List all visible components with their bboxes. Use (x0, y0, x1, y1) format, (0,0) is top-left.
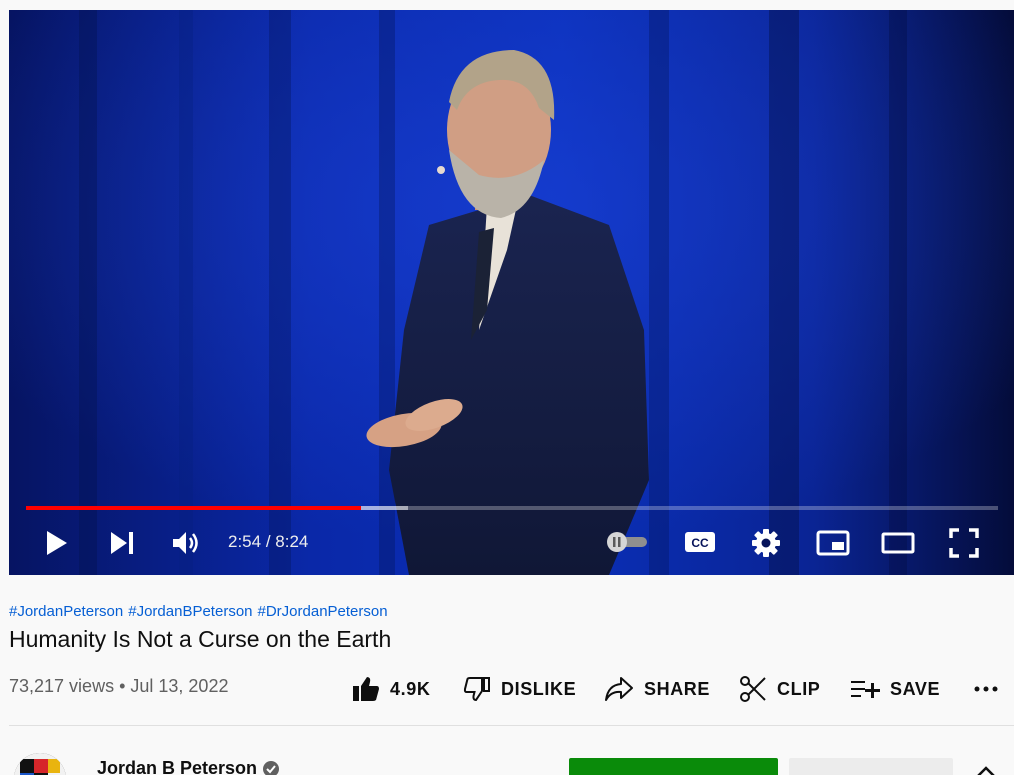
share-icon (605, 677, 633, 701)
progress-bar[interactable] (26, 506, 998, 510)
progress-played (26, 506, 361, 510)
video-player[interactable]: 2:54 / 8:24 CC (9, 10, 1014, 575)
subscribe-button[interactable] (789, 758, 953, 775)
miniplayer-button[interactable] (815, 526, 851, 560)
time-total: 8:24 (275, 532, 309, 551)
chevron-up-icon[interactable] (975, 764, 997, 775)
share-label: SHARE (644, 678, 711, 699)
join-button[interactable] (569, 758, 778, 775)
time-separator: / (261, 532, 276, 551)
fullscreen-button[interactable] (946, 526, 982, 560)
meta-separator: • (114, 676, 131, 696)
svg-text:CC: CC (691, 536, 709, 550)
thumbs-up-icon (353, 677, 379, 701)
channel-row: Jordan B Peterson (0, 726, 1014, 775)
video-frame (9, 10, 1014, 575)
view-count: 73,217 views (9, 676, 115, 696)
dislike-button[interactable]: DISLIKE (463, 672, 576, 706)
skip-next-icon (111, 532, 133, 554)
verified-badge-icon (263, 761, 279, 775)
share-button[interactable]: SHARE (604, 672, 710, 706)
save-button[interactable]: SAVE (850, 672, 940, 706)
next-button[interactable] (105, 526, 139, 560)
hashtags: #JordanPeterson #JordanBPeterson #DrJordan… (9, 603, 393, 620)
video-meta: 73,217 views • Jul 13, 2022 (9, 676, 228, 697)
fullscreen-icon (949, 528, 979, 558)
hashtag-link[interactable]: #JordanPeterson (9, 603, 123, 620)
theater-mode-icon (881, 532, 915, 554)
hashtag-link[interactable]: #JordanBPeterson (128, 603, 252, 620)
channel-logo-icon (14, 753, 66, 775)
more-horiz-icon (974, 686, 998, 692)
thumbs-down-icon (463, 677, 490, 702)
time-current: 2:54 (228, 532, 262, 551)
channel-avatar[interactable] (14, 753, 66, 775)
play-icon (47, 531, 67, 555)
miniplayer-icon (816, 530, 850, 556)
clip-button[interactable]: CLIP (739, 672, 820, 706)
gear-icon (752, 529, 780, 557)
upload-date: Jul 13, 2022 (130, 676, 229, 696)
video-title: Humanity Is Not a Curse on the Earth (9, 626, 392, 652)
mute-button[interactable] (169, 526, 203, 560)
save-label: SAVE (890, 678, 941, 699)
scissors-icon (740, 676, 766, 702)
dislike-label: DISLIKE (501, 678, 577, 699)
settings-button[interactable] (749, 526, 783, 560)
play-button[interactable] (39, 526, 73, 560)
captions-button[interactable]: CC (683, 528, 717, 556)
more-actions-button[interactable] (974, 672, 1008, 706)
autoplay-toggle[interactable] (605, 530, 651, 554)
theater-mode-button[interactable] (880, 526, 916, 560)
like-count: 4.9K (390, 678, 431, 699)
channel-name[interactable]: Jordan B Peterson (97, 758, 257, 775)
cc-icon: CC (685, 532, 715, 552)
playlist-add-icon (851, 681, 880, 698)
autoplay-pause-icon (607, 532, 647, 552)
clip-label: CLIP (777, 678, 821, 699)
volume-icon (173, 532, 198, 554)
like-button[interactable]: 4.9K (352, 672, 430, 706)
time-display: 2:54 / 8:24 (228, 530, 308, 554)
hashtag-link[interactable]: #DrJordanPeterson (258, 603, 388, 620)
